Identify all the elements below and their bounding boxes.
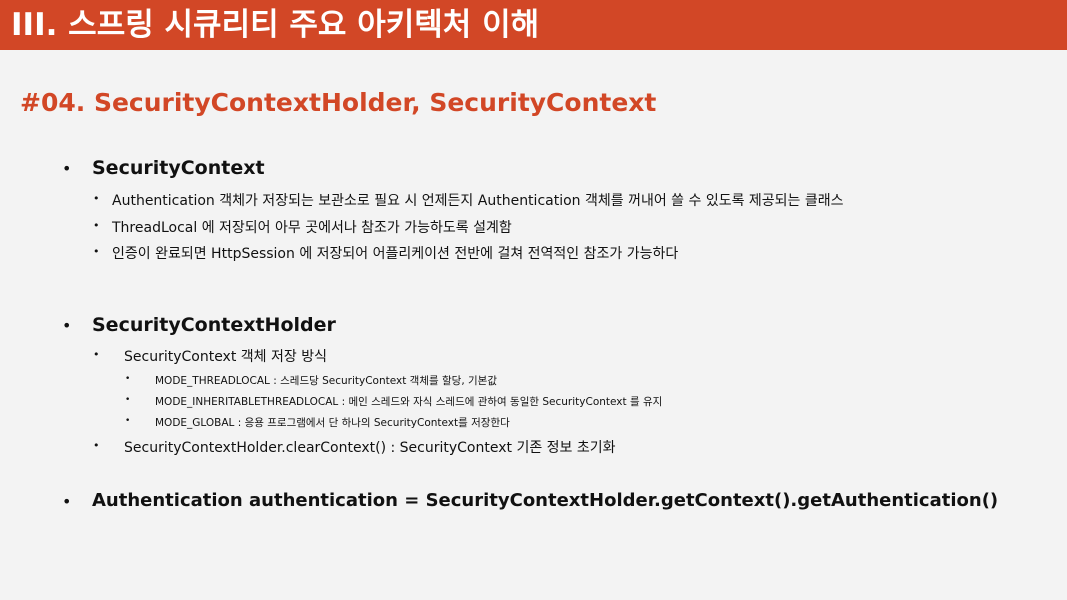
code-line-text: Authentication authentication = Security… bbox=[92, 490, 999, 511]
bullet-icon: • bbox=[93, 219, 100, 232]
bullet-icon: • bbox=[62, 492, 72, 511]
bullet-icon: • bbox=[93, 192, 100, 205]
slide-subtitle: #04. SecurityContextHolder, SecurityCont… bbox=[20, 88, 657, 117]
bullet-icon: • bbox=[93, 348, 100, 361]
bullet-icon: • bbox=[62, 316, 72, 335]
bullet-icon: • bbox=[125, 416, 131, 426]
list-item-text: 인증이 완료되면 HttpSession 에 저장되어 어플리케이션 전반에 걸… bbox=[112, 246, 679, 262]
mode-text: MODE_INHERITABLETHREADLOCAL : 메인 스레드와 자식… bbox=[155, 396, 663, 408]
list-item-text: Authentication 객체가 저장되는 보관소로 필요 시 언제든지 A… bbox=[112, 193, 844, 209]
list-item-text: SecurityContext 객체 저장 방식 bbox=[124, 349, 327, 365]
bullet-icon: • bbox=[62, 159, 72, 178]
bullet-icon: • bbox=[93, 245, 100, 258]
title-bar: III. 스프링 시큐리티 주요 아키텍처 이해 bbox=[0, 0, 1067, 50]
list-item-text: ThreadLocal 에 저장되어 아무 곳에서나 참조가 가능하도록 설계함 bbox=[112, 220, 512, 236]
mode-text: MODE_THREADLOCAL : 스레드당 SecurityContext … bbox=[155, 375, 497, 387]
section-heading: SecurityContext bbox=[92, 157, 265, 179]
section-heading: SecurityContextHolder bbox=[92, 314, 336, 336]
bullet-icon: • bbox=[125, 395, 131, 405]
mode-text: MODE_GLOBAL : 응용 프로그램에서 단 하나의 SecurityCo… bbox=[155, 417, 510, 429]
slide-title: III. 스프링 시큐리티 주요 아키텍처 이해 bbox=[11, 7, 540, 43]
bullet-icon: • bbox=[125, 374, 131, 384]
bullet-icon: • bbox=[93, 439, 100, 452]
list-item-text: SecurityContextHolder.clearContext() : S… bbox=[124, 440, 616, 456]
